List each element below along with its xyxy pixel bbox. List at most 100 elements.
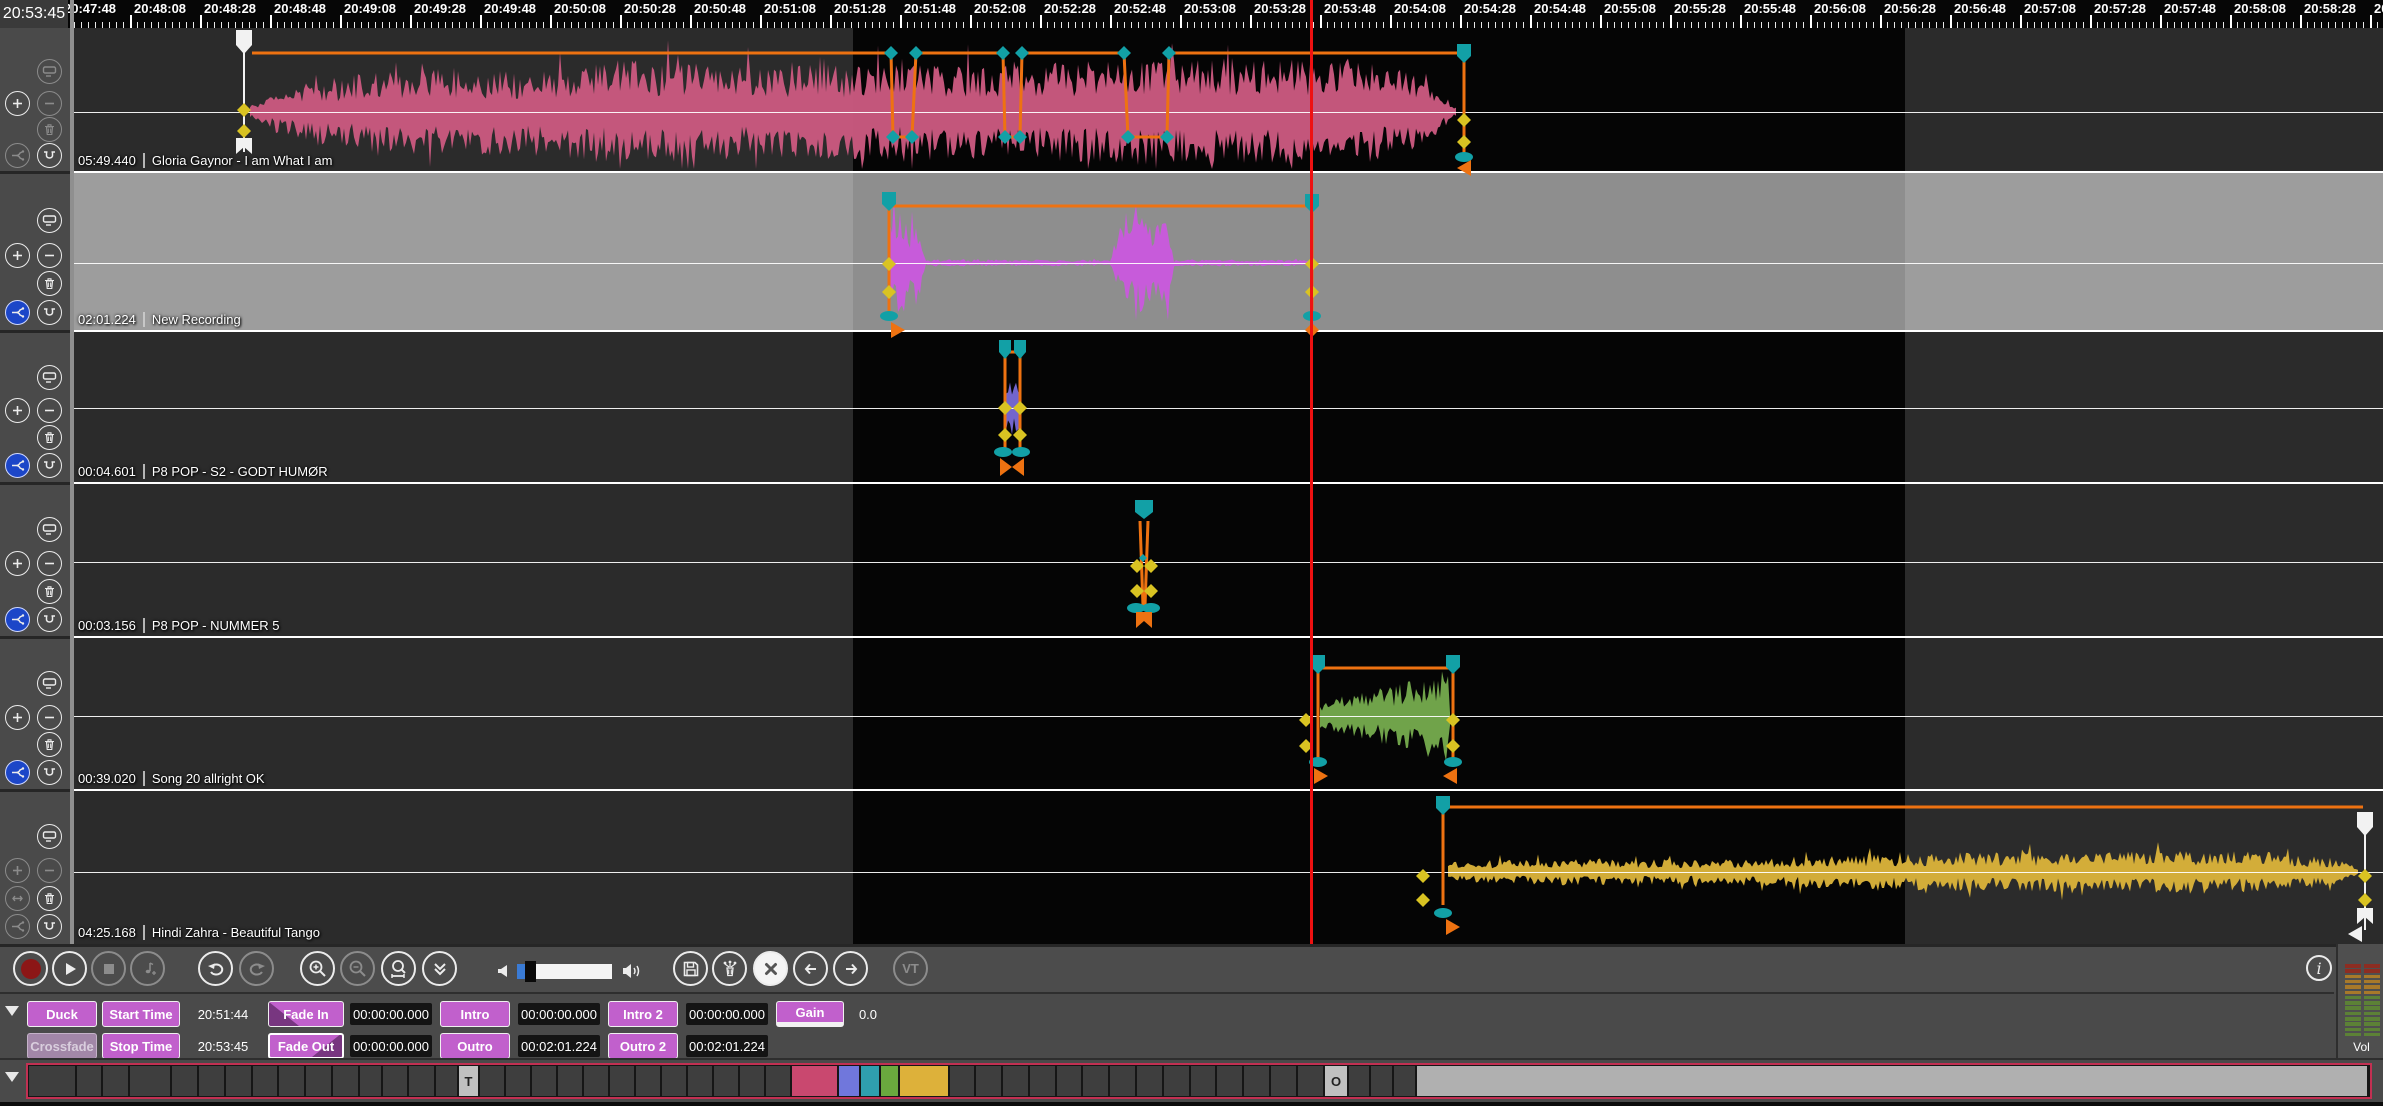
playlist-block[interactable] — [383, 1066, 407, 1096]
envelope-point[interactable] — [886, 130, 900, 144]
envelope-point[interactable] — [1160, 130, 1174, 144]
diamond-handle[interactable] — [1446, 713, 1460, 727]
playlist-block[interactable] — [976, 1066, 1001, 1096]
diamond-handle[interactable] — [998, 428, 1012, 442]
track-2-u-button[interactable] — [37, 300, 62, 325]
diamond-handle[interactable] — [1416, 869, 1430, 883]
start-time-button[interactable]: Start Time — [102, 1001, 180, 1027]
track-6-branch-button[interactable] — [5, 914, 30, 939]
collapse-panel-arrow[interactable] — [5, 1006, 19, 1016]
value-field[interactable]: 20:51:44 — [192, 1003, 254, 1025]
undo-button[interactable] — [198, 951, 233, 986]
track-4-branch-button[interactable] — [5, 607, 30, 632]
stop-button[interactable] — [91, 951, 126, 986]
outro-2-button[interactable]: Outro 2 — [608, 1033, 678, 1059]
track-4-plus-button[interactable] — [5, 551, 30, 576]
playlist-block[interactable] — [740, 1066, 764, 1096]
envelope-point[interactable] — [998, 130, 1012, 144]
playlist-block[interactable] — [1164, 1066, 1189, 1096]
playlist-block[interactable] — [1057, 1066, 1081, 1096]
value-field[interactable]: 00:02:01.224 — [518, 1035, 600, 1057]
playlist-block[interactable] — [1003, 1066, 1028, 1096]
envelope-point[interactable] — [1013, 130, 1027, 144]
info-icon[interactable]: i — [2306, 955, 2332, 981]
value-field[interactable]: 00:00:00.000 — [350, 1003, 432, 1025]
intro-button[interactable]: Intro — [440, 1001, 510, 1027]
volume-slider-thumb[interactable] — [525, 961, 536, 982]
volume-slider-track[interactable] — [536, 964, 612, 979]
track-3-collapse-button[interactable] — [37, 365, 62, 390]
envelope-point[interactable] — [905, 130, 919, 144]
diamond-handle[interactable] — [882, 285, 896, 299]
playlist-block[interactable] — [1217, 1066, 1242, 1096]
flag-marker[interactable] — [1311, 655, 1325, 674]
playlist-block[interactable] — [950, 1066, 974, 1096]
diamond-handle[interactable] — [1457, 113, 1471, 127]
playlist-block[interactable] — [409, 1066, 434, 1096]
play-button[interactable] — [52, 951, 87, 986]
playlist-block[interactable] — [636, 1066, 660, 1096]
playlist-block[interactable] — [1137, 1066, 1162, 1096]
pennant-marker[interactable] — [1314, 768, 1328, 784]
stop-time-button[interactable]: Stop Time — [102, 1033, 180, 1059]
ellipse-handle[interactable] — [1444, 757, 1462, 767]
envelope-point[interactable] — [909, 46, 923, 60]
track-5-plus-button[interactable] — [5, 705, 30, 730]
envelope-point[interactable] — [996, 46, 1010, 60]
region-flag-marker[interactable] — [236, 30, 252, 54]
playlist-block[interactable] — [1394, 1066, 1415, 1096]
playlist-block[interactable] — [1110, 1066, 1135, 1096]
flag-marker[interactable] — [1436, 796, 1450, 815]
track-2-trash-button[interactable] — [37, 271, 62, 296]
playlist-block[interactable] — [1271, 1066, 1296, 1096]
diamond-handle[interactable] — [1013, 401, 1027, 415]
zoom-in-button[interactable] — [300, 951, 335, 986]
playlist-block[interactable] — [226, 1066, 251, 1096]
fade-in-button[interactable]: Fade In — [268, 1001, 344, 1027]
playlist-block[interactable] — [360, 1066, 381, 1096]
volume-envelope-track-1[interactable] — [252, 53, 1464, 158]
playlist-block[interactable] — [584, 1066, 608, 1096]
track-2-minus-button[interactable] — [37, 243, 62, 268]
outro-button[interactable]: Outro — [440, 1033, 510, 1059]
fade-out-button[interactable]: Fade Out — [268, 1033, 344, 1059]
track-1-trash-button[interactable] — [37, 117, 62, 142]
save-button[interactable] — [673, 951, 708, 986]
pennant-marker[interactable] — [1446, 919, 1460, 935]
bowtie-marker[interactable] — [1000, 458, 1024, 476]
ellipse-handle[interactable] — [1012, 447, 1030, 457]
track-3-branch-button[interactable] — [5, 453, 30, 478]
voice-track-button[interactable]: VT — [893, 951, 928, 986]
playlist-block[interactable] — [662, 1066, 686, 1096]
playlist-block[interactable] — [77, 1066, 101, 1096]
expand-all-button[interactable] — [422, 951, 457, 986]
diamond-handle[interactable] — [237, 103, 251, 117]
envelope-point[interactable] — [1015, 46, 1029, 60]
gain-button[interactable]: Gain — [776, 1001, 844, 1027]
value-field[interactable]: 0.0 — [850, 1003, 886, 1025]
playlist-block[interactable] — [253, 1066, 277, 1096]
playlist-block[interactable] — [199, 1066, 224, 1096]
track-6-minus-button[interactable] — [37, 858, 62, 883]
track-3-plus-button[interactable] — [5, 398, 30, 423]
track-3-minus-button[interactable] — [37, 398, 62, 423]
swallowtail-marker[interactable] — [1136, 612, 1152, 628]
ellipse-handle[interactable] — [1142, 603, 1160, 613]
ellipse-handle[interactable] — [994, 447, 1012, 457]
add-note-button[interactable] — [130, 951, 165, 986]
zoom-selection-button[interactable] — [381, 951, 416, 986]
value-field[interactable]: 00:02:01.224 — [686, 1035, 768, 1057]
playlist-block[interactable] — [1191, 1066, 1215, 1096]
playlist-block[interactable] — [480, 1066, 504, 1096]
playlist-block[interactable] — [130, 1066, 170, 1096]
diamond-handle[interactable] — [2358, 869, 2372, 883]
pennant-marker[interactable] — [1457, 160, 1471, 176]
playlist-block[interactable] — [172, 1066, 197, 1096]
track-5-collapse-button[interactable] — [37, 671, 62, 696]
value-field[interactable]: 00:00:00.000 — [686, 1003, 768, 1025]
track-5-u-button[interactable] — [37, 760, 62, 785]
track-3-trash-button[interactable] — [37, 425, 62, 450]
crossfade-button[interactable]: Crossfade — [27, 1033, 97, 1059]
diamond-handle[interactable] — [882, 257, 896, 271]
playlist-block[interactable] — [279, 1066, 304, 1096]
